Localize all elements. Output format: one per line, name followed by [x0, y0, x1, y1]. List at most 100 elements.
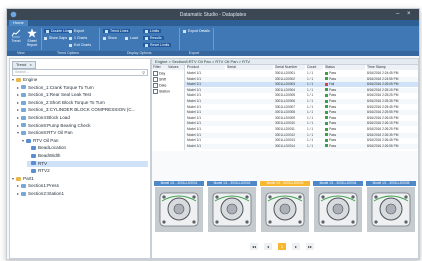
- trend-label: Trend: [11, 39, 21, 43]
- filter-row[interactable]: Day: [153, 71, 165, 76]
- column-header[interactable]: Serial: [227, 65, 273, 70]
- table-row[interactable]: Model 1/1 3001LLD0006 1 / 1 Pass 8/16/2016 2…: [185, 99, 418, 104]
- minimize-button[interactable]: –: [396, 11, 399, 17]
- column-header[interactable]: Product: [187, 65, 225, 70]
- show-gaps-button[interactable]: Show Gaps: [44, 36, 67, 40]
- filter-checkbox[interactable]: [153, 89, 158, 94]
- node-icon: [21, 115, 26, 120]
- tree-node[interactable]: ▾ Section8:RTV Oil Pan: [17, 130, 148, 136]
- tree-node[interactable]: RTV2: [27, 168, 148, 174]
- tree-node-label: Section_1:Crank Torque To Turn: [28, 84, 94, 90]
- table-row[interactable]: Model 1/1 3001LLD0014 1 / 1 Pass 8/16/2016 2…: [185, 143, 418, 149]
- cell-text: Fail: [329, 82, 335, 87]
- table-row[interactable]: Model 1/1 3001LLD0007 1 / 1 Pass 8/16/2016 2…: [185, 105, 418, 110]
- tree-node[interactable]: ▾ RTV Oil Pan: [22, 138, 148, 144]
- tree-node[interactable]: ▸ Section2:Station1: [17, 191, 148, 197]
- trend-button[interactable]: Trend: [9, 28, 23, 43]
- trend-lines-button[interactable]: Trend Lines: [103, 29, 131, 33]
- image-thumbnail[interactable]: Model 1/1 - 3001LLD0003: [260, 181, 310, 233]
- cell-text: 3001LLD0002: [275, 76, 296, 81]
- search-icon[interactable]: ⚲: [142, 70, 145, 75]
- tree-node-label: Section_3:CYLINDER BLOCK COMPRESSION (C.…: [28, 107, 136, 113]
- table-row[interactable]: Model 1/1 3001LLD0004 1 / 1 Pass 8/16/2016 2…: [185, 87, 418, 93]
- tree-node-label: Section_2:Short Block Torque To Turn: [28, 99, 105, 105]
- filter-checkbox[interactable]: [153, 83, 158, 88]
- cell-text: Model 1/1: [187, 121, 201, 126]
- column-header[interactable]: Time Stamp: [367, 65, 418, 70]
- image-thumbnail[interactable]: Model 1/1 - 3001LLD0001: [154, 181, 204, 233]
- tree-node[interactable]: ▾ Part1: [12, 176, 148, 182]
- oil-pan-image: [208, 187, 256, 232]
- cell-text: 3001LLD0003: [275, 82, 296, 87]
- table-row[interactable]: Model 1/1 3001LLD0012 1 / 1 Pass 8/16/2016 2…: [185, 132, 418, 138]
- filter-row[interactable]: Shift: [153, 77, 166, 82]
- column-header[interactable]: Status: [325, 65, 365, 70]
- charts-button[interactable]: 1 Charts: [69, 36, 87, 40]
- cell-text: Model 1/1: [187, 93, 201, 98]
- tree-node[interactable]: ▸ Section_1:Rear Seal Leak Test: [17, 92, 148, 98]
- show-gaps-icon: [44, 36, 47, 40]
- exit-charts-button[interactable]: Exit Charts: [69, 43, 91, 47]
- close-button[interactable]: ×: [407, 11, 411, 17]
- table-row[interactable]: Model 1/1 3001LLD0005 1 / 1 Pass 8/16/2016 2…: [185, 93, 418, 98]
- filter-row[interactable]: Date: [153, 83, 166, 88]
- table-row[interactable]: Model 1/1 3001LLD0003 1 / 1 Fail 8/16/2016 2…: [185, 82, 418, 88]
- tree-node[interactable]: ▸ Section_2:Short Block Torque To Turn: [17, 100, 148, 106]
- tree-node[interactable]: ▸ Section4:Block Load: [17, 115, 148, 121]
- next-page-button[interactable]: ▸: [292, 243, 300, 250]
- first-page-button[interactable]: ◂◂: [250, 243, 258, 250]
- cell-text: Pass: [329, 87, 337, 92]
- table-row[interactable]: Model 1/1 3001LLD0009 1 / 1 Pass 8/16/2016 2…: [185, 116, 418, 121]
- oil-pan-image: [314, 187, 362, 232]
- search-input[interactable]: Search... ⚲: [12, 69, 148, 76]
- tab-trend[interactable]: Trend ×: [12, 61, 36, 69]
- trend-lines-label: Trend Lines: [110, 29, 129, 33]
- table-cell: [227, 71, 273, 76]
- table-row[interactable]: Model 1/1 3001LLD0013 1 / 1 Pass 8/16/2016 2…: [185, 138, 418, 143]
- tree-node[interactable]: ▸ Section_1:Crank Torque To Turn: [17, 85, 148, 91]
- tree-node[interactable]: ▾ Engine: [12, 77, 148, 83]
- cell-text: 3001LLD0007: [275, 104, 296, 109]
- image-thumbnail[interactable]: Model 1/1 - 3001LLD0002: [207, 181, 257, 233]
- filter-checkbox[interactable]: [153, 71, 158, 76]
- table-cell: 1 / 1: [307, 116, 323, 121]
- status-badge: [325, 144, 328, 148]
- prev-page-button[interactable]: ◂: [264, 243, 272, 250]
- export-details-button[interactable]: Export Details: [183, 29, 210, 33]
- limits-button[interactable]: Limits: [143, 29, 162, 33]
- page-1-button[interactable]: 1: [278, 243, 286, 250]
- load-button[interactable]: Load: [125, 36, 138, 40]
- tree-node[interactable]: BeadLocation: [27, 145, 148, 151]
- app-window: Datamatic Studio - Dataplates – × Home T…: [6, 8, 420, 260]
- export-button[interactable]: Export: [69, 29, 84, 33]
- table-row[interactable]: Model 1/1 3001LLD0001 1 / 1 Pass 8/16/2016 2…: [185, 71, 418, 76]
- image-thumbnail[interactable]: Model 1/1 - 3001LLD0005: [366, 181, 416, 233]
- tree-node[interactable]: BeadWidth: [27, 153, 148, 159]
- tree-node[interactable]: ▸ Section_3:CYLINDER BLOCK COMPRESSION (C…: [17, 107, 148, 113]
- filter-checkbox[interactable]: [153, 77, 158, 82]
- tree-node[interactable]: ▸ Section8:Pump Bearing Check: [17, 123, 148, 129]
- tree-node[interactable]: ▸ Section1:Press: [17, 183, 148, 189]
- node-icon: [21, 108, 26, 113]
- reset-limits-button[interactable]: Reset Limits: [143, 43, 172, 47]
- table-row[interactable]: Model 1/1 3001LLD0011 1 / 1 Pass 8/16/2016 2…: [185, 127, 418, 132]
- ribbon: Trend Sheet Report Double Lines Show Gap…: [7, 26, 419, 56]
- column-header[interactable]: Serial Number: [275, 65, 305, 70]
- sheet-report-button[interactable]: Sheet Report: [25, 28, 39, 47]
- status-badge: [325, 105, 328, 109]
- table-row[interactable]: Model 1/1 3001LLD0008 1 / 1 Pass 8/16/2016 2…: [185, 110, 418, 116]
- filter-row[interactable]: Station: [153, 89, 170, 94]
- tab-close-icon[interactable]: ×: [29, 62, 31, 67]
- table-row[interactable]: Model 1/1 3001LLD0010 1 / 1 Pass 8/16/2016 2…: [185, 121, 418, 127]
- image-thumbnail[interactable]: Model 1/1 - 3001LLD0004: [313, 181, 363, 233]
- table-row[interactable]: Model 1/1 3001LLD0002 1 / 1 Pass 8/16/2016 2…: [185, 76, 418, 82]
- last-page-button[interactable]: ▸▸: [306, 243, 314, 250]
- column-header[interactable]: Count: [307, 65, 323, 70]
- table-cell: Model 1/1: [187, 110, 225, 115]
- tree-node-label: Section4:Block Load: [28, 115, 70, 120]
- tree-node[interactable]: RTV: [27, 160, 148, 167]
- tree-node-label: Section2:Station1: [28, 191, 65, 196]
- show-button[interactable]: Show: [103, 36, 117, 40]
- results-button[interactable]: Results: [143, 36, 164, 40]
- values-header: Values: [168, 65, 184, 70]
